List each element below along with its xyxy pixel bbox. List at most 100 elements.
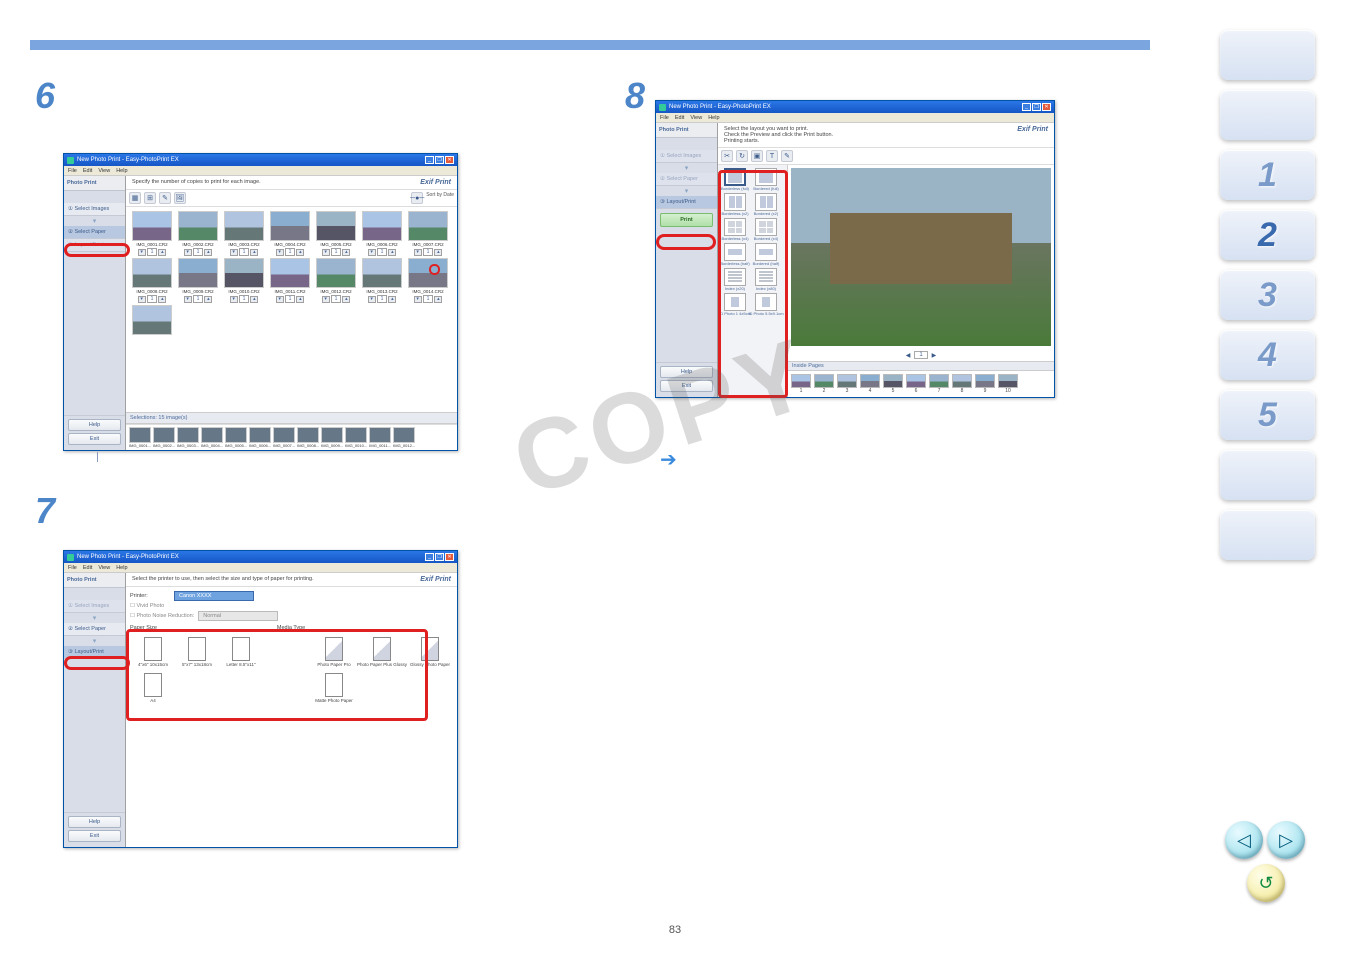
edit-icon[interactable]: ✂	[721, 150, 733, 162]
decrement-button[interactable]: ▾	[276, 249, 284, 256]
layout-option[interactable]: Borderless (x4)	[721, 218, 749, 241]
decrement-button[interactable]: ▾	[322, 296, 330, 303]
maximize-button[interactable]: ❐	[1032, 103, 1041, 111]
help-button[interactable]: Help	[68, 816, 121, 828]
noise-reduction-checkbox[interactable]: ☐ Photo Noise Reduction:	[130, 613, 194, 619]
layout-option[interactable]: Borderless (half)	[721, 243, 749, 266]
back-button[interactable]: ↺	[1247, 864, 1285, 902]
next-page-button[interactable]: ▶	[932, 352, 937, 359]
sidebar-step-select-paper[interactable]: ② Select Paper	[64, 226, 125, 239]
minimize-button[interactable]: _	[1022, 103, 1031, 111]
increment-button[interactable]: ▴	[250, 249, 258, 256]
layout-option[interactable]: Borderless (full)	[721, 168, 749, 191]
minimize-button[interactable]: _	[425, 553, 434, 561]
inside-page-thumbnail[interactable]: 8	[952, 374, 972, 394]
sidebar-step-layout-print[interactable]: ③ Layout/Print	[656, 196, 717, 209]
nav-tab-2[interactable]: 2	[1220, 210, 1315, 260]
correct-icon[interactable]: ✎	[159, 192, 171, 204]
printer-select[interactable]: Canon XXXX	[174, 591, 254, 601]
thumbnail-item[interactable]: IMG_0014.CR2▾1▴	[406, 258, 450, 303]
menu-view[interactable]: View	[690, 115, 702, 121]
paper-size-option[interactable]: A4	[134, 673, 172, 703]
thumbnail-item[interactable]: IMG_0005.CR2▾1▴	[314, 211, 358, 256]
decrement-button[interactable]: ▾	[230, 296, 238, 303]
strip-thumbnail[interactable]: IMG_0006...	[249, 427, 271, 448]
next-page-button[interactable]: ▷	[1267, 821, 1305, 859]
media-type-option[interactable]: Matte Photo Paper	[315, 673, 353, 703]
layout-option[interactable]: Bordered (full)	[752, 168, 780, 191]
prev-page-button[interactable]: ◀	[906, 352, 911, 359]
media-type-option[interactable]: Photo Paper Pro	[315, 637, 353, 667]
menu-help[interactable]: Help	[116, 168, 127, 174]
strip-thumbnail[interactable]: IMG_0004...	[201, 427, 223, 448]
paper-size-option[interactable]: 5"x7" 13x18cm	[178, 637, 216, 667]
increment-button[interactable]: ▴	[204, 249, 212, 256]
maximize-button[interactable]: ❐	[435, 156, 444, 164]
maximize-button[interactable]: ❐	[435, 553, 444, 561]
correct-icon[interactable]: ✎	[781, 150, 793, 162]
decrement-button[interactable]: ▾	[414, 249, 422, 256]
inside-page-thumbnail[interactable]: 7	[929, 374, 949, 394]
layout-option[interactable]: Bordered (half)	[752, 243, 780, 266]
nav-tab-3[interactable]: 3	[1220, 270, 1315, 320]
menu-view[interactable]: View	[98, 168, 110, 174]
rotate-icon[interactable]: ↻	[736, 150, 748, 162]
sidebar-step-select-images[interactable]: ① Select Images	[656, 150, 717, 163]
sort-label[interactable]: Sort by Date	[426, 192, 454, 204]
minimize-button[interactable]: _	[425, 156, 434, 164]
menu-edit[interactable]: Edit	[83, 565, 92, 571]
sidebar-step-layout-print[interactable]: ③ Layout/Print	[64, 646, 125, 659]
thumbnails-icon[interactable]: ▦	[129, 192, 141, 204]
paper-size-option[interactable]: 4"x6" 10x15cm	[134, 637, 172, 667]
thumbnail-item[interactable]	[130, 305, 174, 335]
increment-button[interactable]: ▴	[296, 296, 304, 303]
strip-thumbnail[interactable]: IMG_0008...	[297, 427, 319, 448]
layout-option[interactable]: Index (x20)	[721, 268, 749, 291]
inside-page-thumbnail[interactable]: 9	[975, 374, 995, 394]
decrement-button[interactable]: ▾	[138, 249, 146, 256]
inside-page-thumbnail[interactable]: 3	[837, 374, 857, 394]
strip-thumbnail[interactable]: IMG_0009...	[321, 427, 343, 448]
decrement-button[interactable]: ▾	[368, 249, 376, 256]
inside-page-thumbnail[interactable]: 6	[906, 374, 926, 394]
prev-page-button[interactable]: ◁	[1225, 821, 1263, 859]
sidebar-step-select-images[interactable]: ① Select Images	[64, 600, 125, 613]
layout-option[interactable]: ID Photo 5.5x9.1cm	[752, 293, 780, 316]
sidebar-step-layout-print[interactable]: ③ Layout/Print	[64, 239, 125, 252]
menu-help[interactable]: Help	[116, 565, 127, 571]
strip-thumbnail[interactable]: IMG_0005...	[225, 427, 247, 448]
inside-page-thumbnail[interactable]: 5	[883, 374, 903, 394]
menu-help[interactable]: Help	[708, 115, 719, 121]
strip-thumbnail[interactable]: IMG_0012...	[393, 427, 415, 448]
inside-page-thumbnail[interactable]: 10	[998, 374, 1018, 394]
nav-tab-1[interactable]: 1	[1220, 150, 1315, 200]
nav-tab-blank-4[interactable]	[1220, 510, 1315, 560]
print-settings-icon[interactable]: 🖼	[174, 192, 186, 204]
decrement-button[interactable]: ▾	[184, 296, 192, 303]
media-type-option[interactable]: Photo Paper Plus Glossy	[363, 637, 401, 667]
inside-page-thumbnail[interactable]: 1	[791, 374, 811, 394]
inside-page-thumbnail[interactable]: 2	[814, 374, 834, 394]
layout-option[interactable]: Index (x80)	[752, 268, 780, 291]
zoom-icon[interactable]: ⊞	[144, 192, 156, 204]
thumbnail-item[interactable]: IMG_0007.CR2▾1▴	[406, 211, 450, 256]
exit-button[interactable]: Exit	[68, 433, 121, 445]
menu-edit[interactable]: Edit	[675, 115, 684, 121]
exit-button[interactable]: Exit	[660, 380, 713, 392]
increment-button[interactable]: ▴	[342, 296, 350, 303]
media-type-option[interactable]: Glossy Photo Paper	[411, 637, 449, 667]
nav-tab-blank-2[interactable]	[1220, 90, 1315, 140]
nav-tab-4[interactable]: 4	[1220, 330, 1315, 380]
help-button[interactable]: Help	[68, 419, 121, 431]
slider-icon[interactable]: ─●─	[411, 192, 423, 204]
increment-button[interactable]: ▴	[204, 296, 212, 303]
paper-size-option[interactable]: Letter 8.5"x11"	[222, 637, 260, 667]
inside-page-thumbnail[interactable]: 4	[860, 374, 880, 394]
thumbnail-item[interactable]: IMG_0004.CR2▾1▴	[268, 211, 312, 256]
increment-button[interactable]: ▴	[158, 296, 166, 303]
thumbnail-item[interactable]: IMG_0003.CR2▾1▴	[222, 211, 266, 256]
decrement-button[interactable]: ▾	[322, 249, 330, 256]
exit-button[interactable]: Exit	[68, 830, 121, 842]
layout-option[interactable]: Bordered (x4)	[752, 218, 780, 241]
increment-button[interactable]: ▴	[434, 296, 442, 303]
